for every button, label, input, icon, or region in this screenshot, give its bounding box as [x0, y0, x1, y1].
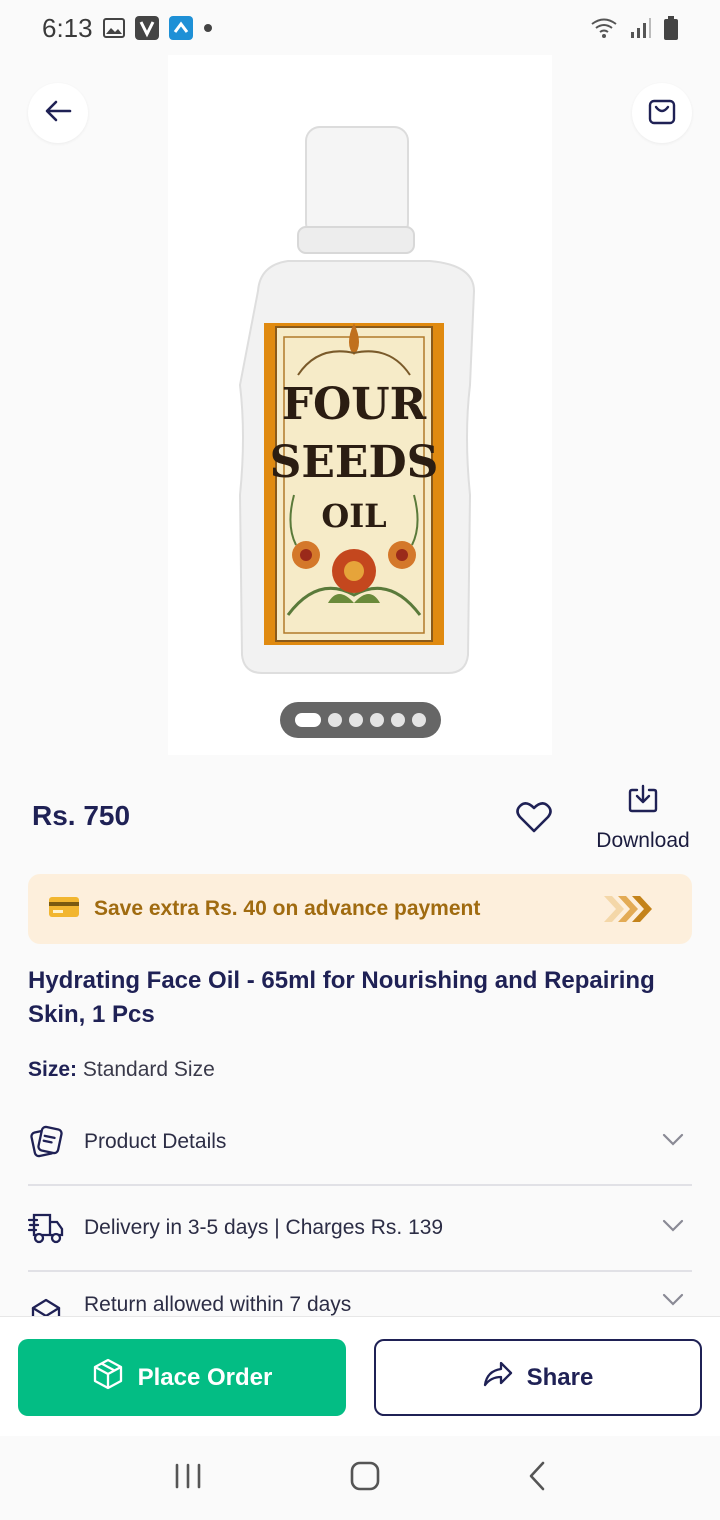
- carousel-dot[interactable]: [295, 713, 321, 727]
- share-arrow-icon: [483, 1360, 513, 1395]
- label-word-four: FOUR: [282, 379, 427, 430]
- accordion-product-details[interactable]: Product Details: [28, 1099, 692, 1185]
- cart-button[interactable]: [632, 83, 692, 143]
- share-label: Share: [526, 1363, 594, 1391]
- wifi-icon: [590, 17, 618, 39]
- size-value: Standard Size: [82, 1058, 215, 1081]
- shopping-bag-icon: [647, 96, 677, 131]
- return-box-icon: [28, 1293, 64, 1316]
- accordion-label: Return allowed within 7 days: [84, 1293, 352, 1316]
- system-navigation-bar: [0, 1436, 720, 1520]
- size-key: Size:: [28, 1058, 78, 1081]
- accordion-delivery[interactable]: Delivery in 3-5 days | Charges Rs. 139: [28, 1185, 692, 1271]
- download-icon: [627, 784, 659, 819]
- document-icon: [28, 1124, 64, 1160]
- chevron-double-right-icon: [602, 894, 656, 924]
- chevron-down-icon: [662, 1133, 684, 1152]
- wishlist-button[interactable]: [514, 800, 554, 838]
- messenger-app-icon: [168, 16, 193, 40]
- back-button[interactable]: [28, 83, 88, 143]
- carousel-dot[interactable]: [412, 713, 426, 727]
- signal-icon: [630, 17, 652, 39]
- label-word-oil: OIL: [321, 497, 386, 535]
- chevron-down-icon: [662, 1293, 684, 1312]
- product-title: Hydrating Face Oil - 65ml for Nourishing…: [28, 967, 655, 1028]
- carousel-dot[interactable]: [391, 713, 405, 727]
- label-word-seeds: SEEDS: [270, 437, 439, 488]
- truck-icon: [28, 1210, 64, 1246]
- place-order-button[interactable]: Place Order: [18, 1339, 346, 1416]
- credit-card-icon: [48, 895, 80, 924]
- recent-apps-icon[interactable]: [174, 1463, 202, 1494]
- battery-icon: [664, 16, 678, 40]
- accordion-label: Delivery in 3-5 days | Charges Rs. 139: [84, 1216, 444, 1239]
- arrow-left-icon: [44, 99, 72, 128]
- v-app-icon: [134, 16, 159, 40]
- download-label: Download: [596, 829, 690, 852]
- product-image[interactable]: FOUR SEEDS OIL: [168, 55, 552, 755]
- package-icon: [92, 1358, 124, 1397]
- status-bar: 6:13: [0, 0, 720, 56]
- gallery-icon: [102, 18, 125, 38]
- accordion-return-policy[interactable]: Return allowed within 7 days: [28, 1271, 692, 1316]
- status-time: 6:13: [42, 12, 93, 43]
- back-nav-icon[interactable]: [528, 1461, 546, 1496]
- carousel-dot[interactable]: [370, 713, 384, 727]
- place-order-label: Place Order: [137, 1363, 273, 1391]
- chevron-down-icon: [662, 1219, 684, 1238]
- product-price: Rs. 750: [32, 800, 131, 831]
- offer-text: Save extra Rs. 40 on advance payment: [94, 897, 481, 920]
- carousel-dot[interactable]: [349, 713, 363, 727]
- download-button[interactable]: Download: [590, 784, 696, 853]
- heart-icon: [516, 801, 552, 838]
- share-button[interactable]: Share: [374, 1339, 702, 1416]
- notification-dot-icon: [203, 23, 213, 33]
- carousel-dot[interactable]: [328, 713, 342, 727]
- advance-payment-offer-banner[interactable]: Save extra Rs. 40 on advance payment: [28, 874, 692, 944]
- image-carousel-indicator[interactable]: [280, 702, 441, 738]
- size-info: Size: Standard Size: [28, 1058, 215, 1082]
- accordion-label: Product Details: [84, 1130, 227, 1153]
- home-icon[interactable]: [350, 1461, 380, 1496]
